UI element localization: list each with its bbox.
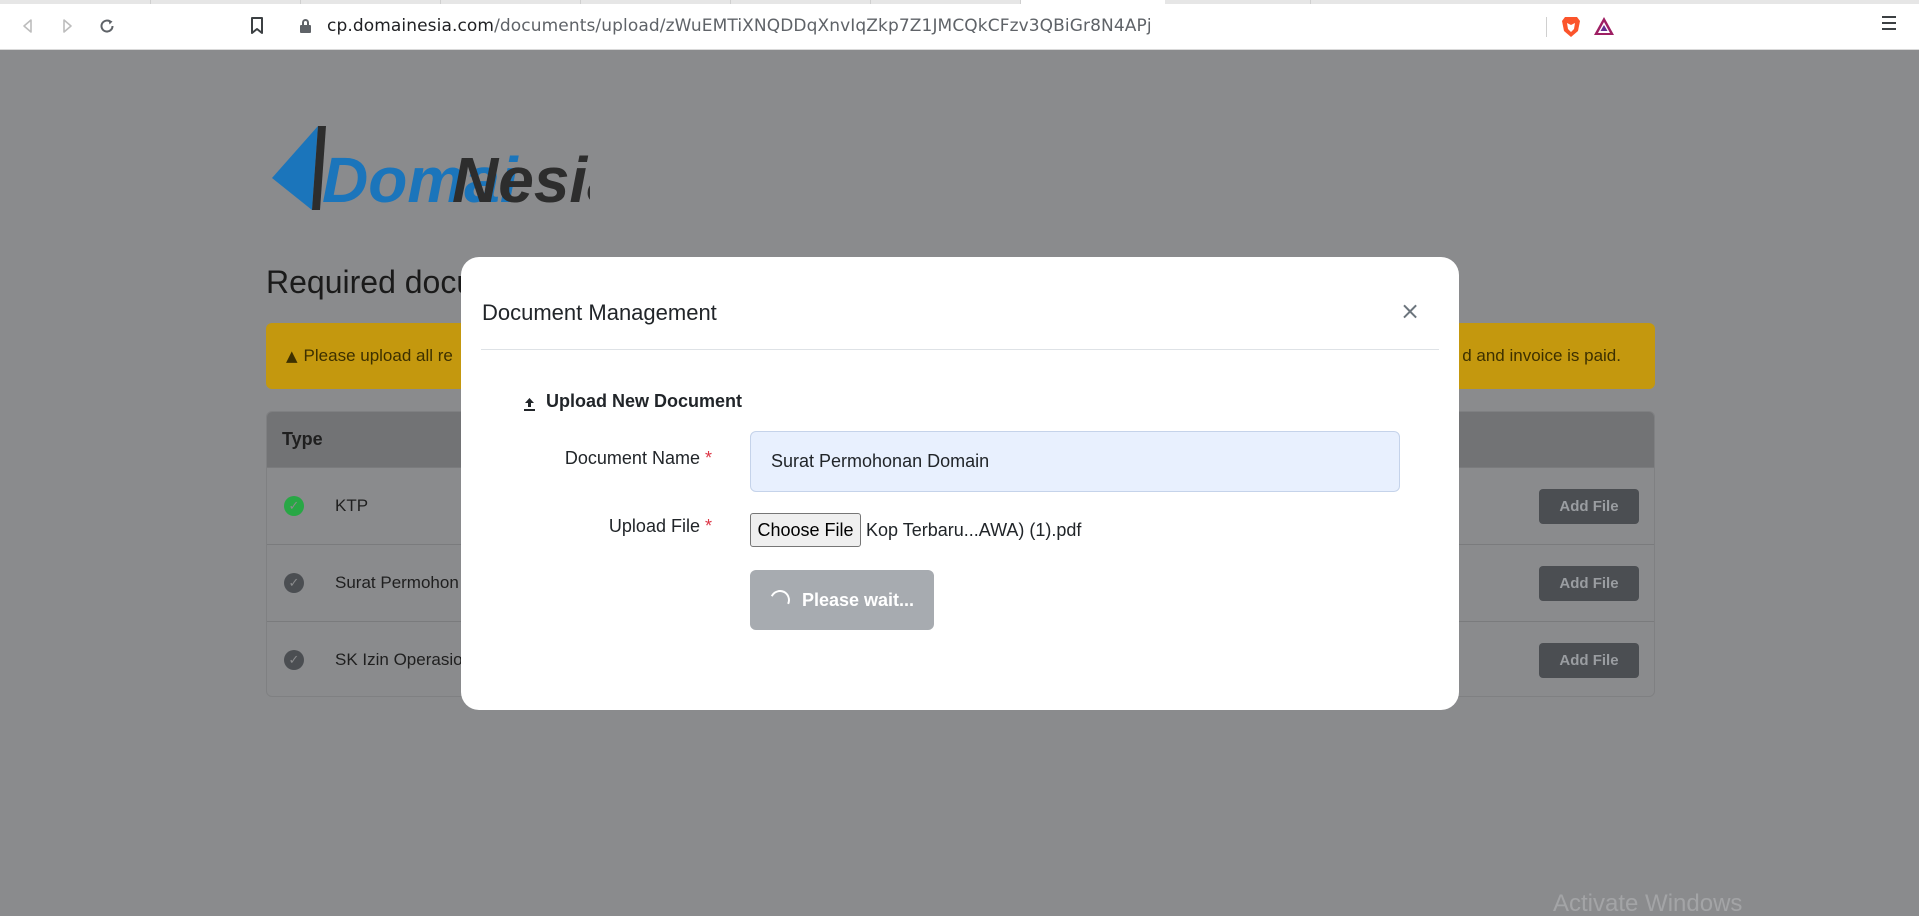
brave-rewards-icon[interactable] — [1593, 16, 1615, 36]
required-marker: * — [704, 516, 712, 536]
url-host: cp.domainesia.com — [327, 16, 495, 36]
submit-button[interactable]: Please wait... — [750, 570, 934, 630]
upload-section-label: Upload New Document — [546, 391, 743, 411]
modal-title: Document Management — [482, 300, 717, 325]
document-management-modal: Document Management × Upload New Documen… — [461, 257, 1459, 710]
spinner-icon — [767, 587, 793, 613]
check-circle-icon: ✓ — [284, 573, 304, 593]
page-title: Required docu — [266, 264, 475, 300]
check-circle-icon: ✓ — [284, 496, 304, 516]
tab-strip — [0, 0, 1919, 4]
close-icon[interactable]: × — [1400, 297, 1420, 325]
required-marker: * — [704, 448, 712, 468]
tab-divider — [580, 0, 581, 4]
add-file-button[interactable]: Add File — [1539, 565, 1639, 601]
upload-section-title: Upload New Document — [523, 391, 742, 412]
lock-icon[interactable] — [300, 19, 311, 33]
column-type: Type — [282, 429, 323, 449]
brave-shields-icon[interactable] — [1561, 16, 1581, 38]
tab-divider — [1310, 0, 1311, 4]
upload-file-label: Upload File * — [609, 516, 712, 537]
document-name-label: Document Name * — [565, 448, 712, 469]
warning-icon: ▲ — [286, 347, 298, 365]
selected-file-name: Kop Terbaru...AWA) (1).pdf — [866, 520, 1082, 540]
address-bar[interactable]: cp.domainesia.com/documents/upload/zWuEM… — [285, 9, 1635, 43]
bookmark-icon[interactable] — [245, 14, 269, 38]
tab-divider — [870, 0, 871, 4]
activate-windows-watermark: Activate Windows — [1553, 890, 1743, 916]
tab-divider — [440, 0, 441, 4]
upload-file-label-text: Upload File — [608, 516, 700, 536]
tab-divider — [150, 0, 151, 4]
back-icon[interactable] — [16, 14, 40, 38]
check-circle-icon: ✓ — [284, 650, 304, 670]
tab-divider — [300, 0, 301, 4]
document-name-input[interactable]: Surat Permohonan Domain — [750, 431, 1400, 492]
upload-icon — [523, 395, 536, 411]
browser-toolbar: cp.domainesia.com/documents/upload/zWuEM… — [0, 0, 1919, 50]
domainesia-logo[interactable]: Domai Nesia — [270, 120, 623, 216]
alert-text-right: d and invoice is paid. — [1462, 346, 1621, 365]
document-name-label-text: Document Name — [564, 448, 700, 468]
add-file-button[interactable]: Add File — [1539, 488, 1639, 524]
tab-divider — [730, 0, 731, 4]
choose-file-button[interactable]: Choose File — [750, 513, 861, 547]
browser-menu-icon[interactable] — [1882, 16, 1896, 34]
document-type-name: KTP — [335, 496, 369, 515]
reload-icon[interactable] — [95, 14, 119, 38]
document-type-name: SK Izin Operasio — [335, 650, 463, 669]
add-file-button[interactable]: Add File — [1539, 642, 1639, 678]
submit-button-label: Please wait... — [801, 589, 915, 610]
alert-text-left: Please upload all re — [303, 346, 453, 365]
logo-text-nesia: Nesia — [452, 144, 590, 210]
active-tab[interactable] — [1020, 0, 1165, 4]
address-bar-divider — [1546, 17, 1547, 37]
document-type-name: Surat Permohon — [335, 573, 459, 592]
url-path: /documents/upload/zWuEMTiXNQDDqXnvIqZkp7… — [494, 16, 1152, 36]
forward-icon[interactable] — [55, 14, 79, 38]
url-text: cp.domainesia.com/documents/upload/zWuEM… — [327, 16, 1152, 36]
